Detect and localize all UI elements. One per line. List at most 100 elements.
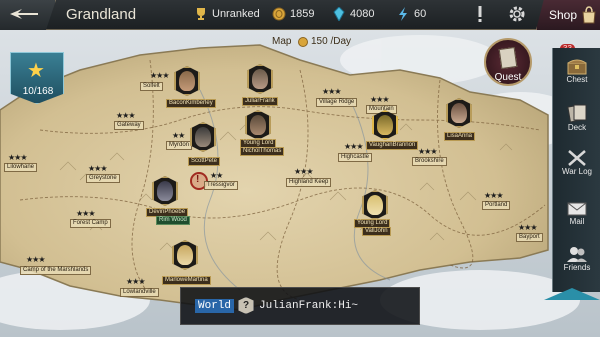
crystal-value: 4080 [350,8,375,20]
quest-label: Quest [494,72,522,83]
location-label[interactable]: Tressigvor [204,181,238,190]
location-label[interactable]: Brookshire [412,157,447,166]
player-avatar-node[interactable] [245,110,271,140]
shop-button[interactable]: Shop [536,0,600,30]
sidebar-item-deck[interactable]: Deck [553,100,600,140]
player-avatar-node[interactable] [446,98,472,128]
location-stars: ★★★ [8,153,27,162]
location-stars: ★★ [172,131,185,140]
star-counter[interactable]: ★ 10/168 [10,52,64,104]
location-stars: ★★ [210,171,223,180]
back-button[interactable] [0,0,56,30]
location-label[interactable]: MarloweMartina [162,276,211,285]
map-income: 150 /Day [298,36,351,47]
location-label[interactable]: Highland Keep [286,178,332,187]
crystal-display[interactable]: 4080 [332,7,374,21]
sidebar-label: Chest [566,75,588,84]
star-icon: ★ [27,60,45,82]
energy-value: 60 [414,8,427,20]
player-avatar-node[interactable] [190,122,216,152]
location-stars: ★★★ [518,223,537,232]
location-label[interactable]: Portland [482,201,511,210]
star-count: 10/168 [22,86,54,97]
location-stars: ★★★ [150,71,169,80]
location-label[interactable]: Highcastle [338,153,373,162]
location-label[interactable]: Myrdon [166,141,193,150]
player-avatar-node[interactable] [247,64,273,94]
location-label[interactable]: NicholThomas [240,147,285,156]
location-label[interactable]: Village Ridge [316,98,358,107]
energy-display[interactable]: 60 [396,7,426,21]
location-stars: ★★★ [26,255,45,264]
location-stars: ★★★ [76,209,95,218]
location-stars: ★★★ [88,164,107,173]
deck-icon [567,104,587,123]
location-label[interactable]: Lowlandville [120,288,159,297]
gear-icon[interactable] [508,5,526,23]
sidebar-item-war-log[interactable]: War Log [553,146,600,194]
trophy-icon [197,8,205,20]
chest-icon [567,59,587,75]
sidebar-label: Mail [569,217,585,226]
location-label[interactable]: Bayport [516,233,543,242]
shop-icon [582,6,596,24]
ranking-display[interactable]: Unranked [194,7,260,21]
player-avatar-node[interactable] [372,110,398,140]
ranking-value: Unranked [212,8,260,20]
shop-label: Shop [549,8,578,22]
sidebar-label: Deck [567,123,587,132]
sidebar-item-mail[interactable]: Mail [553,198,600,238]
map-income-rate: 150 /Day [311,36,352,47]
location-label[interactable]: Solfelt [140,82,163,91]
gold-coin-icon [272,7,286,21]
gold-value: 1859 [290,8,315,20]
location-stars: ★★★ [322,87,341,96]
location-stars: ★★★ [116,111,135,120]
location-stars: ★★★ [370,95,389,104]
quest-button[interactable]: Quest [484,38,532,86]
location-label[interactable]: JuliarFrank [242,97,278,106]
location-label[interactable]: Gateway [114,121,144,130]
chat-message: JulianFrank:Hi~ [259,300,359,312]
friends-icon [567,247,587,262]
location-stars: ★★★ [484,191,503,200]
location-label[interactable]: VaughanBrannon [366,141,419,150]
alert-icon[interactable] [476,5,484,23]
location-label[interactable]: ScottPete [188,157,221,166]
mail-icon [567,202,587,216]
location-label[interactable]: Camp of the Marshlands [20,266,92,275]
player-avatar-node[interactable] [362,190,388,220]
location-label[interactable]: VallJohn [362,227,391,236]
chat-channel-tag[interactable]: World [195,299,235,313]
location-stars: ★★★ [418,147,437,156]
energy-icon [399,7,407,21]
sidebar-label: Friends [563,263,591,272]
player-avatar-node[interactable] [174,66,200,96]
location-label[interactable]: Forest Camp [70,219,111,228]
location-label[interactable]: LisaAnna [444,132,476,141]
sidebar-label: War Log [562,167,592,176]
location-label[interactable]: BaconKimberley [166,99,216,108]
war-log-icon [568,150,586,166]
chat-avatar-icon: ? [238,297,254,314]
right-sidebar: Chest Deck War Log Mail Friends [552,48,600,292]
top-bar: Grandland Unranked 1859 4080 60 Shop [0,0,600,30]
sidebar-item-chest[interactable]: Chest [553,54,600,94]
map-label: Map [272,36,292,47]
location-label[interactable]: Lilowhane [4,163,38,172]
location-stars: ★★★ [294,167,313,176]
back-arrow-icon [10,9,38,19]
crystal-icon [333,7,345,21]
location-stars: ★★★ [344,142,363,151]
player-avatar-node[interactable] [172,240,198,270]
gold-coin-icon [298,36,308,47]
chat-bar[interactable]: World ? JulianFrank:Hi~ [180,287,420,325]
page-title: Grandland [66,6,137,23]
gold-display[interactable]: 1859 [272,7,314,21]
location-label[interactable]: Greystone [86,174,120,183]
location-label[interactable]: Rim Wood [156,216,190,225]
quest-card-icon [498,46,518,70]
player-avatar-node[interactable] [152,176,178,206]
location-stars: ★★★ [126,277,145,286]
sidebar-item-friends[interactable]: Friends [553,242,600,282]
